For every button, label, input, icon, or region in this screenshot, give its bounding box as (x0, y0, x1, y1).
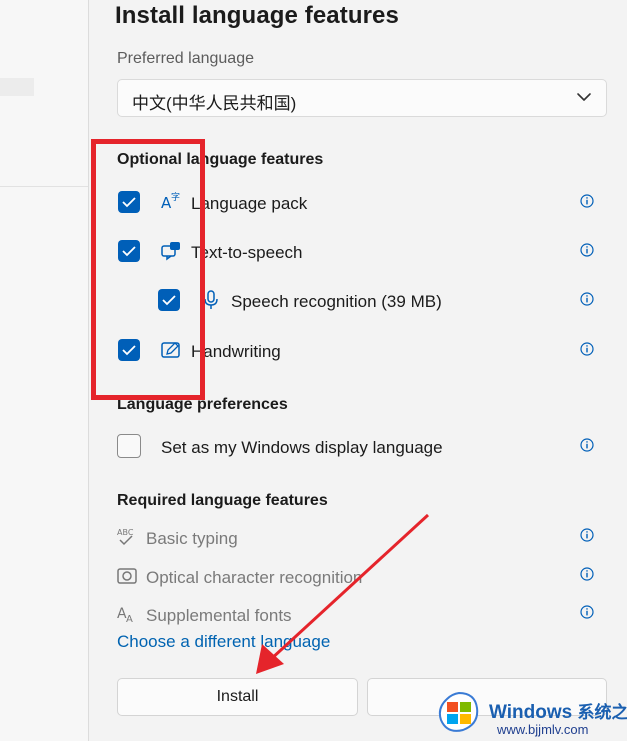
display-language-label: Set as my Windows display language (161, 438, 443, 457)
info-icon[interactable] (580, 194, 594, 208)
dialog-title: Install language features (115, 2, 399, 29)
background-settings-panel (0, 0, 88, 741)
info-icon[interactable] (580, 528, 594, 542)
watermark-brand-cn: 系统之家 (577, 703, 627, 722)
watermark-url: www.bjjmlv.com (497, 722, 589, 737)
info-icon[interactable] (580, 243, 594, 257)
preferred-language-dropdown[interactable]: 中文(中华人民共和国) (117, 79, 607, 117)
display-language-row: Set as my Windows display language (89, 432, 627, 462)
watermark: Windows 系统之家 www.bjjmlv.com (437, 690, 627, 741)
ocr-icon (117, 568, 137, 584)
feature-label: Speech recognition (39 MB) (231, 292, 442, 311)
info-icon[interactable] (580, 292, 594, 306)
display-language-checkbox[interactable] (117, 434, 141, 458)
info-icon[interactable] (580, 438, 594, 452)
svg-text:A: A (126, 614, 133, 625)
preferred-language-label: Preferred language (117, 50, 254, 67)
feature-label: Text-to-speech (191, 243, 303, 262)
annotation-highlight-box (91, 139, 205, 400)
watermark-brand: Windows 系统之家 (489, 698, 627, 724)
windows-logo-icon (438, 691, 479, 732)
info-icon[interactable] (580, 605, 594, 619)
watermark-brand-text: Windows (489, 702, 573, 723)
info-icon[interactable] (580, 567, 594, 581)
required-row-ocr: Optical character recognition (89, 563, 627, 593)
info-icon[interactable] (580, 342, 594, 356)
required-label: Supplemental fonts (146, 606, 292, 625)
background-divider (0, 186, 88, 187)
background-list-item (0, 78, 34, 96)
required-row-basic-typing: ABC Basic typing (89, 524, 627, 554)
fonts-icon: A A (117, 606, 133, 625)
required-label: Optical character recognition (146, 568, 363, 587)
basic-typing-icon: ABC (117, 528, 134, 546)
required-row-fonts: A A Supplemental fonts (89, 601, 627, 631)
required-features-heading: Required language features (117, 492, 328, 509)
feature-label: Language pack (191, 194, 308, 213)
install-button[interactable]: Install (117, 678, 358, 716)
choose-different-language-link[interactable]: Choose a different language (117, 632, 330, 652)
chevron-down-icon (577, 93, 591, 101)
preferred-language-value: 中文(中华人民共和国) (132, 94, 297, 113)
required-label: Basic typing (146, 529, 238, 548)
